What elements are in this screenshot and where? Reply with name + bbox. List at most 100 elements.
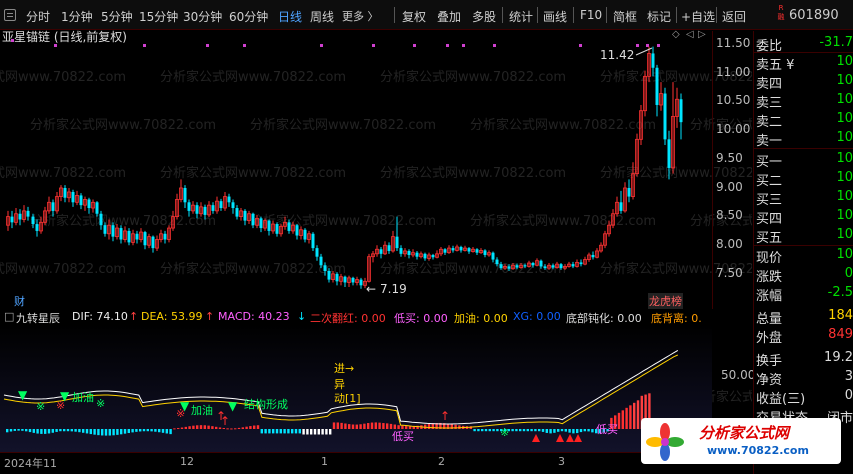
candle-body (655, 67, 659, 105)
indicator-name[interactable]: 九转星辰 (16, 310, 60, 326)
period-tab-weekly[interactable]: 周线 (310, 8, 334, 25)
weibi-value: -31.7 (819, 35, 853, 50)
macd-bar (161, 429, 165, 433)
toolbar-divider (394, 7, 395, 23)
macd-bar (199, 425, 203, 429)
candle-body (483, 250, 487, 255)
macd-bar (329, 429, 332, 435)
candle-body (579, 262, 583, 265)
tool-drawline-button[interactable]: 画线 (543, 8, 567, 25)
quote-label: 买一 (756, 155, 783, 170)
candle-body (491, 252, 495, 260)
quote-label: 外盘 (756, 331, 783, 346)
candle-body (451, 248, 455, 251)
tool-stats-button[interactable]: 统计 (509, 8, 533, 25)
period-tab-15min[interactable]: 15分钟 (139, 8, 178, 25)
macd-bar (9, 429, 13, 432)
macd-bar (135, 429, 138, 432)
more-periods-button[interactable]: 更多 〉 (342, 8, 379, 24)
candle-body (79, 195, 83, 206)
macd-bar (230, 428, 233, 430)
toolbar-divider (537, 7, 538, 23)
rank-tag[interactable]: 龙虎榜 (648, 293, 683, 309)
tool-overlay-button[interactable]: 叠加 (437, 8, 461, 25)
signal-dot (206, 44, 209, 47)
macd-bar (389, 423, 393, 429)
macd-bar (165, 429, 168, 434)
macd-bar (515, 429, 518, 432)
macd-bar (44, 429, 47, 434)
finance-tag[interactable]: 财 (14, 293, 25, 309)
quote-value: 10 (836, 130, 853, 145)
macd-bar (28, 429, 32, 433)
tool-fuquan-button[interactable]: 复权 (402, 8, 426, 25)
period-tab-5min[interactable]: 5分钟 (101, 8, 133, 25)
macd-bar (298, 429, 301, 434)
macd-bar (477, 429, 480, 432)
candle-body (395, 236, 399, 249)
macd-bar (192, 425, 195, 429)
macd-bar (629, 405, 632, 429)
candle-body (211, 205, 215, 211)
period-tab-60min[interactable]: 60分钟 (229, 8, 268, 25)
candle-body (35, 224, 39, 231)
quote-value: 0 (844, 388, 853, 403)
period-tab-30min[interactable]: 30分钟 (183, 8, 222, 25)
tool-mark-button[interactable]: 标记 (647, 8, 671, 25)
dimai-value: 低买: 0.00 (394, 312, 448, 325)
quote-panel: 委比 -31.7 卖五 ¥10 卖四 10 卖三 10 卖二 10 卖一 10 买一 10 买二 10… (753, 31, 853, 474)
up-arrow-icon: ↑ (216, 409, 226, 423)
period-tab-fenshi[interactable]: 分时 (26, 8, 50, 25)
quote-value: 849 (828, 327, 853, 342)
macd-bar (583, 429, 586, 432)
macd-bar (317, 429, 320, 435)
quote-label: 卖四 (756, 77, 783, 92)
kline-chart[interactable]: 11.42 7.19 ← (0, 31, 712, 309)
signal-dot (646, 44, 649, 47)
macd-bar (458, 425, 461, 429)
tool-multi-stock-button[interactable]: 多股 (472, 8, 496, 25)
tool-f10-button[interactable]: F10 (580, 8, 602, 22)
macd-bar (139, 429, 142, 432)
macd-bar (367, 423, 370, 429)
signal-dot (462, 44, 465, 47)
candle-body (295, 225, 299, 236)
signal-dot (320, 44, 323, 47)
candle-body (127, 230, 131, 243)
add-watchlist-button[interactable]: +自选 (681, 8, 715, 25)
macd-bar (287, 429, 290, 434)
macd-bar (321, 429, 324, 435)
candle-body (627, 187, 631, 197)
candle-body (443, 249, 447, 253)
candle-body (323, 265, 327, 271)
quote-value: 3 (844, 369, 853, 384)
macd-bar (21, 429, 24, 431)
macd-bar (374, 422, 377, 429)
macd-bar (131, 429, 134, 433)
macd-bar (557, 429, 560, 432)
quote-value: 10 (836, 73, 853, 88)
candle-body (26, 210, 30, 217)
back-button[interactable]: 返回 (722, 8, 746, 25)
macd-bar (484, 429, 488, 432)
candle-body (183, 187, 187, 203)
indicator-pane[interactable]: ▼ ▼ ▼ ▼ ※ ※ ※ ※ ※ ↑ ↑ ↑ 进→ 异 动[1] 结构形成 加油 低买 低买 加油 (0, 325, 712, 453)
indicator-menu-icon[interactable]: □ (4, 310, 14, 323)
macd-bar (306, 429, 309, 435)
candle-body (315, 248, 319, 257)
macd-bar (104, 429, 108, 436)
menu-icon[interactable] (4, 9, 16, 21)
date-axis: 2024年11 12 1 2 3 (0, 452, 712, 474)
period-tab-daily[interactable]: 日线 (278, 8, 302, 25)
annotation-jin: 进→ (334, 362, 354, 375)
macd-bar (625, 407, 628, 429)
tool-simple-frame-button[interactable]: 简框 (613, 8, 637, 25)
quote-label: 涨跌 (756, 270, 783, 285)
quote-value: 0 (844, 266, 853, 281)
indicator-legend: □ 九转星辰 DIF: 74.10 ↑ DEA: 53.99 ↑ MACD: 4… (0, 308, 752, 326)
quote-value: 10 (836, 189, 853, 204)
candle-body (359, 279, 363, 286)
macd-bar (579, 429, 583, 433)
period-tab-1min[interactable]: 1分钟 (61, 8, 93, 25)
stock-code[interactable]: 601890 (789, 8, 853, 25)
